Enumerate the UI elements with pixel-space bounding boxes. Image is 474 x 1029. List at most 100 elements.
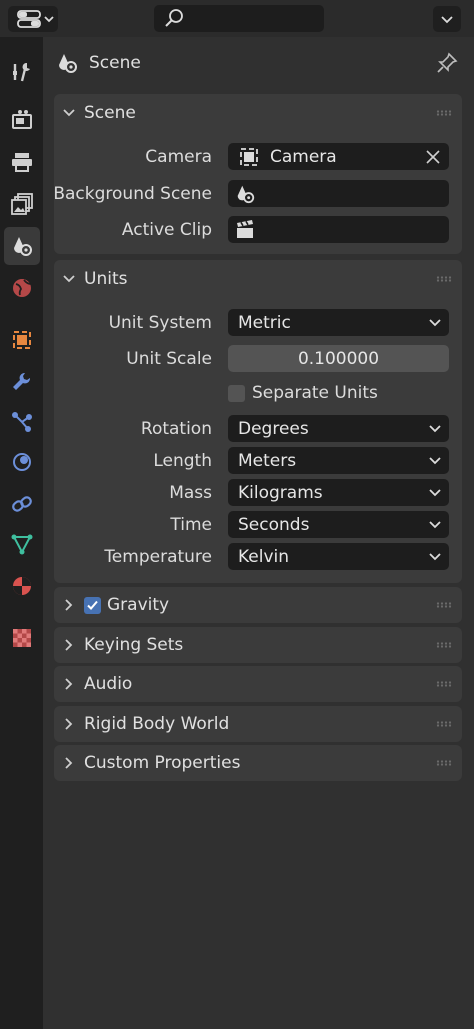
camera-value: Camera (270, 146, 337, 167)
audio-panel-header[interactable]: Audio (54, 666, 462, 702)
length-label: Length (153, 451, 212, 471)
gravity-panel-header[interactable]: Gravity (54, 587, 462, 623)
mass-row: Mass Kilograms (54, 479, 462, 507)
temperature-dropdown[interactable]: Kelvin (228, 543, 449, 570)
chevron-down-icon (429, 319, 441, 327)
constraints-icon (12, 496, 32, 512)
camera-field[interactable]: Camera (228, 143, 449, 170)
time-row: Time Seconds (54, 511, 462, 539)
length-row: Length Meters (54, 447, 462, 475)
scene-panel-header[interactable]: Scene (54, 94, 462, 132)
keying-sets-panel[interactable]: Keying Sets (54, 627, 462, 663)
rigid-body-world-panel[interactable]: Rigid Body World (54, 706, 462, 742)
units-panel: Units Unit System Metric Unit Scale 0.10… (54, 260, 462, 583)
length-value: Meters (238, 450, 297, 471)
tool-icon (13, 62, 30, 82)
modifier-icon (13, 372, 31, 390)
custom-properties-panel[interactable]: Custom Properties (54, 745, 462, 781)
chevron-down-icon (429, 553, 441, 561)
background-scene-label: Background Scene (53, 184, 212, 204)
chevron-down-icon (429, 425, 441, 433)
clip-icon (237, 219, 253, 238)
properties-tab-bar (0, 37, 43, 1029)
options-dropdown-button[interactable] (433, 6, 461, 32)
camera-row: Camera Camera (54, 143, 462, 171)
drag-handle-icon[interactable] (436, 681, 452, 687)
tab-render[interactable] (4, 101, 40, 139)
chevron-right-icon (65, 678, 73, 690)
chevron-right-icon (65, 639, 73, 651)
particles-icon (12, 412, 32, 432)
rotation-dropdown[interactable]: Degrees (228, 415, 449, 442)
properties-editor-icon (17, 10, 54, 28)
rotation-label: Rotation (140, 419, 212, 439)
unit-scale-row: Unit Scale 0.100000 (54, 345, 462, 373)
search-input[interactable] (154, 5, 324, 32)
checkbox-box[interactable] (228, 384, 245, 402)
output-icon (12, 153, 32, 172)
object-icon (13, 331, 31, 349)
tab-tool[interactable] (4, 53, 40, 91)
tab-scene[interactable] (4, 227, 40, 265)
tab-view-layer[interactable] (4, 185, 40, 223)
editor-type-selector[interactable] (8, 6, 58, 32)
gravity-panel[interactable]: Gravity (54, 587, 462, 623)
tab-texture[interactable] (4, 619, 40, 657)
drag-handle-icon[interactable] (436, 602, 452, 608)
tab-world[interactable] (4, 269, 40, 307)
custom-properties-panel-header[interactable]: Custom Properties (54, 745, 462, 781)
background-scene-row: Background Scene (53, 180, 462, 208)
background-scene-field[interactable] (228, 180, 449, 207)
separate-units-label: Separate Units (252, 383, 378, 403)
rotation-row: Rotation Degrees (54, 415, 462, 443)
close-icon[interactable] (426, 150, 440, 164)
chevron-down-icon (441, 16, 453, 24)
search-icon (165, 9, 183, 27)
scene-panel: Scene Camera Camera Background Scene Act… (53, 94, 462, 254)
texture-icon (13, 629, 31, 647)
unit-system-label: Unit System (108, 313, 212, 333)
custom-properties-panel-title: Custom Properties (84, 753, 241, 773)
drag-handle-icon[interactable] (436, 760, 452, 766)
mass-dropdown[interactable]: Kilograms (228, 479, 449, 506)
rigid-body-world-panel-title: Rigid Body World (84, 714, 230, 734)
camera-label: Camera (145, 147, 212, 167)
drag-handle-icon[interactable] (436, 110, 452, 116)
tab-constraints[interactable] (4, 485, 40, 523)
drag-handle-icon[interactable] (436, 276, 452, 282)
keying-sets-panel-header[interactable]: Keying Sets (54, 627, 462, 663)
tab-material[interactable] (4, 567, 40, 605)
separate-units-checkbox[interactable]: Separate Units (228, 383, 378, 403)
unit-system-dropdown[interactable]: Metric (228, 309, 449, 336)
tab-modifiers[interactable] (4, 363, 40, 401)
pin-button[interactable] (435, 51, 459, 75)
drag-handle-icon[interactable] (436, 721, 452, 727)
rigid-body-world-panel-header[interactable]: Rigid Body World (54, 706, 462, 742)
time-value: Seconds (238, 514, 310, 535)
mass-value: Kilograms (238, 482, 323, 503)
context-header: Scene (55, 48, 141, 78)
gravity-checkbox[interactable] (84, 596, 101, 614)
scene-icon (237, 185, 255, 203)
tab-output[interactable] (4, 143, 40, 181)
context-title: Scene (89, 53, 141, 73)
units-panel-header[interactable]: Units (54, 260, 462, 298)
rotation-value: Degrees (238, 418, 309, 439)
unit-scale-value: 0.100000 (297, 348, 380, 369)
view-layer-icon (11, 193, 33, 215)
audio-panel[interactable]: Audio (54, 666, 462, 702)
chevron-down-icon (429, 521, 441, 529)
tab-particles[interactable] (4, 403, 40, 441)
tab-data[interactable] (4, 525, 40, 563)
tab-object[interactable] (4, 321, 40, 359)
unit-scale-field[interactable]: 0.100000 (228, 345, 449, 372)
active-clip-field[interactable] (228, 216, 449, 243)
material-icon (13, 577, 31, 595)
render-icon (12, 110, 32, 129)
tab-physics[interactable] (4, 443, 40, 481)
gravity-panel-title: Gravity (107, 595, 170, 615)
length-dropdown[interactable]: Meters (228, 447, 449, 474)
time-dropdown[interactable]: Seconds (228, 511, 449, 538)
chevron-right-icon (65, 757, 73, 769)
drag-handle-icon[interactable] (436, 642, 452, 648)
